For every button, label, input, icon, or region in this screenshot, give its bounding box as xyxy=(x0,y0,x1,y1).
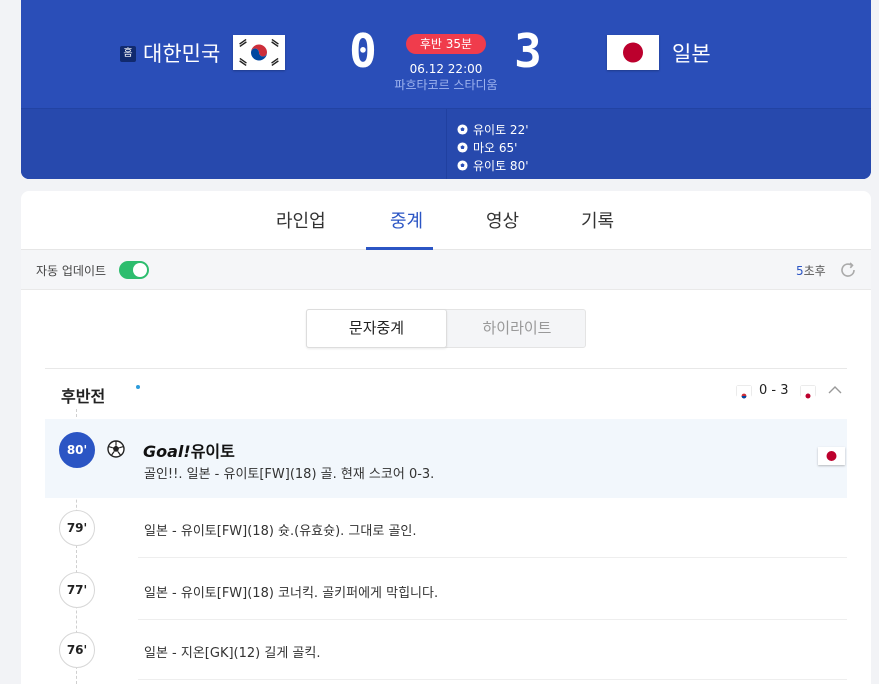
tab-lineup[interactable]: 라인업 xyxy=(276,207,326,249)
period-score: 0 - 3 xyxy=(759,383,789,398)
match-content-panel: 라인업 중계 영상 기록 자동 업데이트 5초후 문자중계 하이라이트 후반전 … xyxy=(21,191,871,684)
auto-update-label: 자동 업데이트 xyxy=(36,264,107,278)
stadium-name: 파흐타코르 스타디움 xyxy=(394,78,498,92)
event-minute: 80' xyxy=(59,432,95,468)
korea-flag-icon[interactable] xyxy=(233,35,285,70)
commentary-goal-item: 80' Goal!유이토 골인!!. 일본 - 유이토[FW](18) 골. 현… xyxy=(45,419,847,498)
home-badge: 홈 xyxy=(120,46,136,62)
away-team-name[interactable]: 일본 xyxy=(672,38,711,68)
live-dot-icon xyxy=(136,385,140,389)
away-score: 3 xyxy=(514,24,542,78)
scorers-panel: 유이토 22' 마오 65' 유이토 80' xyxy=(21,108,871,179)
commentary-item: 79' 일본 - 유이토[FW](18) 슛.(유효슛). 그대로 골인. xyxy=(45,498,847,558)
soccer-ball-icon xyxy=(107,440,125,458)
scorers-divider xyxy=(446,109,447,179)
period-title: 후반전 xyxy=(61,387,106,406)
auto-update-toggle[interactable] xyxy=(119,261,149,279)
commentary-item: 76' 일본 - 지온[GK](12) 길게 골킥. xyxy=(45,620,847,680)
tab-records[interactable]: 기록 xyxy=(581,207,614,249)
commentary-subtabs: 문자중계 하이라이트 xyxy=(306,309,586,348)
match-datetime: 06.12 22:00 xyxy=(409,62,483,76)
period-header[interactable]: 후반전 0 - 3 xyxy=(45,368,847,416)
japan-flag-icon xyxy=(818,447,845,465)
auto-update-bar: 자동 업데이트 5초후 xyxy=(21,250,871,290)
scorer-item: 마오 65' xyxy=(457,138,529,156)
main-tabs: 라인업 중계 영상 기록 xyxy=(21,191,871,250)
japan-mini-flag-icon xyxy=(801,386,815,401)
event-text: 골인!!. 일본 - 유이토[FW](18) 골. 현재 스코어 0-3. xyxy=(144,467,435,482)
goal-label: Goal! xyxy=(143,442,191,461)
toggle-knob xyxy=(133,263,147,277)
event-text: 일본 - 지온[GK](12) 길게 골킥. xyxy=(144,646,321,661)
event-minute: 77' xyxy=(59,572,95,608)
countdown-suffix: 초후 xyxy=(803,264,826,278)
event-minute: 79' xyxy=(59,510,95,546)
soccer-ball-icon xyxy=(457,123,468,135)
scorer-item: 유이토 80' xyxy=(457,156,529,174)
chevron-up-icon[interactable] xyxy=(828,385,842,395)
scorer-text: 유이토 80' xyxy=(473,158,529,173)
subtab-highlights[interactable]: 하이라이트 xyxy=(447,310,587,347)
japan-flag-icon[interactable] xyxy=(607,35,659,70)
match-status-badge: 후반 35분 xyxy=(406,34,486,54)
home-score: 0 xyxy=(349,24,377,78)
scorer-item: 유이토 22' xyxy=(457,120,529,138)
scoreboard-main: 홈 대한민국 0 후반 35분 06.12 22:00 파흐타코르 스타디움 3… xyxy=(21,0,871,108)
scorer-text: 마오 65' xyxy=(473,140,518,155)
scoreboard: 홈 대한민국 0 후반 35분 06.12 22:00 파흐타코르 스타디움 3… xyxy=(21,0,871,179)
refresh-icon[interactable] xyxy=(838,260,858,280)
goal-title: Goal!유이토 xyxy=(143,438,235,462)
soccer-ball-icon xyxy=(457,159,468,171)
soccer-ball-icon xyxy=(457,141,468,153)
away-scorers-list: 유이토 22' 마오 65' 유이토 80' xyxy=(457,120,529,174)
refresh-countdown: 5초후 xyxy=(796,262,826,279)
event-minute: 76' xyxy=(59,632,95,668)
home-team-name[interactable]: 대한민국 xyxy=(143,38,220,68)
divider xyxy=(138,679,847,680)
goal-scorer: 유이토 xyxy=(190,442,235,461)
divider xyxy=(138,557,847,558)
subtab-text-commentary[interactable]: 문자중계 xyxy=(306,309,447,348)
event-text: 일본 - 유이토[FW](18) 슛.(유효슛). 그대로 골인. xyxy=(144,524,417,539)
countdown-number: 5 xyxy=(796,264,804,278)
tab-live-commentary[interactable]: 중계 xyxy=(390,207,423,249)
tab-video[interactable]: 영상 xyxy=(486,207,519,249)
event-text: 일본 - 유이토[FW](18) 코너킥. 골키퍼에게 막힙니다. xyxy=(144,586,439,601)
commentary-item: 77' 일본 - 유이토[FW](18) 코너킥. 골키퍼에게 막힙니다. xyxy=(45,560,847,620)
scorer-text: 유이토 22' xyxy=(473,122,529,137)
korea-mini-flag-icon xyxy=(737,386,751,401)
